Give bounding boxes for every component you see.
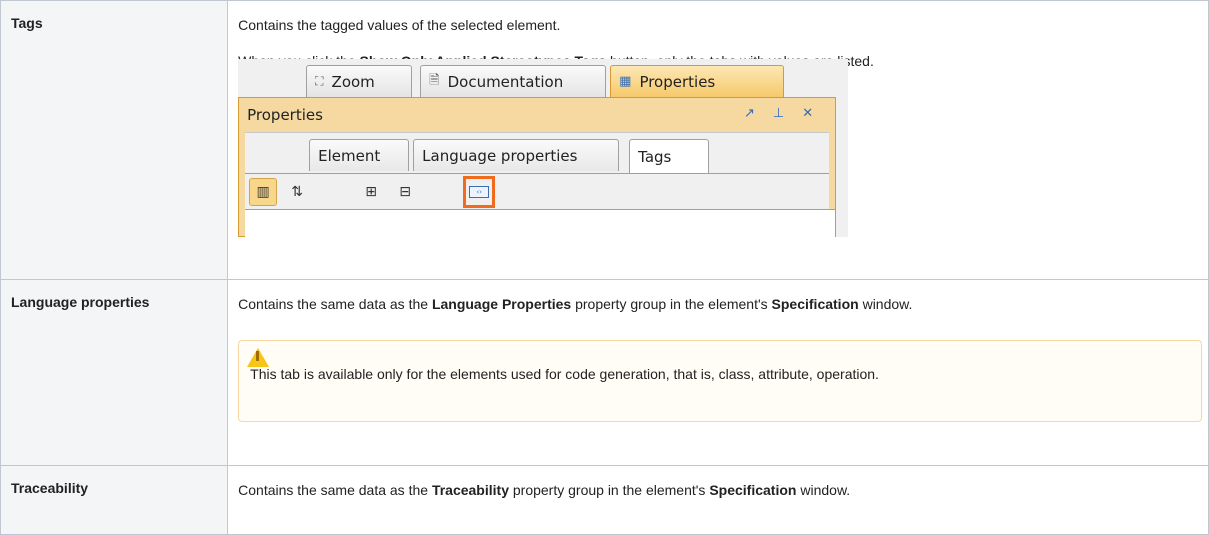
tab-documentation: 🗎 Documentation [420,65,607,97]
properties-panel: Properties ↗ ⊥ ✕ Element Language proper… [238,97,837,237]
properties-toolbar: ▥ ⇅ ⊞ ⊟ ‹› [245,173,830,210]
row-header-traceability: Traceability [0,465,229,535]
properties-panel-screenshot: ⛶ Zoom 🗎 Documentation ▦ Properties Prop… [238,59,849,237]
properties-inner-area: Element Language properties Tags ▥ ⇅ ⊞ ⊟… [245,132,836,237]
panel-title: Properties [247,106,323,124]
tab-properties: ▦ Properties [610,65,785,97]
panel-controls: ↗ ⊥ ✕ [744,106,813,121]
row-body-traceability: Contains the same data as the Traceabili… [227,465,1209,535]
traceability-description: Contains the same data as the Traceabili… [238,482,851,498]
note-text: This tab is available only for the eleme… [250,366,879,382]
categorized-view-icon: ▥ [249,178,278,206]
language-properties-description: Contains the same data as the Language P… [238,296,913,312]
float-window-icon: ↗ [744,106,755,121]
tab-tags: Tags [629,139,710,173]
tab-zoom: ⛶ Zoom [306,65,413,97]
properties-table: Tags Contains the tagged values of the s… [0,0,1209,535]
tab-language-properties: Language properties [413,139,620,171]
row-header-tags: Tags [0,0,229,280]
table-row-traceability: Traceability Contains the same data as t… [0,465,1209,535]
document-icon: 🗎 [429,72,440,88]
tags-list-area [245,209,836,237]
show-applied-stereotypes-tags-icon: ‹› [463,176,496,208]
expand-all-icon: ⊞ [365,184,377,200]
close-icon: ✕ [802,106,814,121]
table-row-language-properties: Language properties Contains the same da… [0,279,1209,466]
collapse-all-icon: ⊟ [399,184,411,200]
sort-az-icon: ⇅ [291,184,303,200]
zoom-icon: ⛶ [315,74,324,88]
tags-description: Contains the tagged values of the select… [238,17,561,33]
table-icon: ▦ [619,74,632,89]
pin-icon: ⊥ [772,106,785,121]
row-body-tags: Contains the tagged values of the select… [227,0,1209,280]
row-body-language-properties: Contains the same data as the Language P… [227,279,1209,466]
table-row-tags: Tags Contains the tagged values of the s… [0,0,1209,280]
row-header-language-properties: Language properties [0,279,229,466]
tab-element: Element [309,139,410,171]
